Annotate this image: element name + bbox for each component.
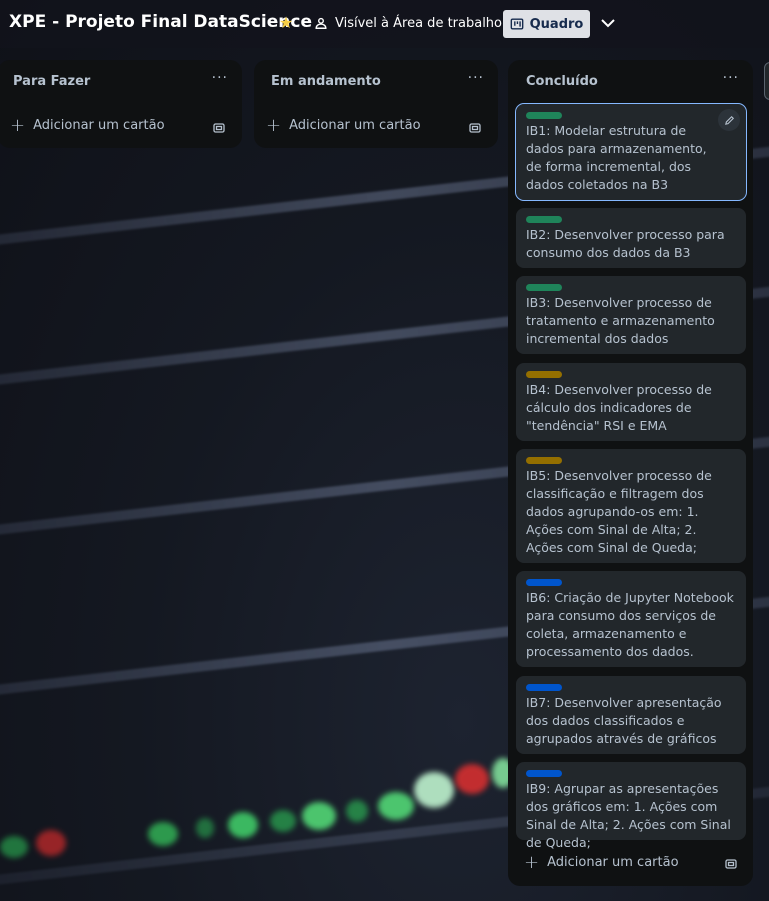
list-title[interactable]: Em andamento <box>271 74 381 89</box>
card[interactable]: IB5: Desenvolver processo de classificaç… <box>516 449 746 563</box>
card-label[interactable] <box>526 112 562 119</box>
board-header: XPE - Projeto Final DataScience ★ Visíve… <box>0 0 769 48</box>
card-title: IB1: Modelar estrutura de dados para arm… <box>526 123 707 192</box>
board-title[interactable]: XPE - Projeto Final DataScience <box>9 12 312 32</box>
card[interactable]: IB6: Criação de Jupyter Notebook para co… <box>516 571 746 667</box>
card-label[interactable] <box>526 579 562 586</box>
card-label[interactable] <box>526 371 562 378</box>
pencil-icon[interactable] <box>718 109 740 131</box>
card-label[interactable] <box>526 457 562 464</box>
list-title[interactable]: Para Fazer <box>13 74 90 89</box>
list-menu-button[interactable]: ··· <box>212 70 228 86</box>
card[interactable]: IB1: Modelar estrutura de dados para arm… <box>515 103 747 201</box>
list-title[interactable]: Concluído <box>526 74 598 89</box>
list-concluido: Concluído ··· IB1: Modelar estrutura de … <box>508 60 753 886</box>
card[interactable]: IB9: Agrupar as apresentações dos gráfic… <box>516 762 746 850</box>
add-card-label: Adicionar um cartão <box>289 118 421 133</box>
card-label[interactable] <box>526 284 562 291</box>
chevron-down-icon[interactable] <box>597 12 619 34</box>
add-card-label: Adicionar um cartão <box>33 118 165 133</box>
card-template-icon[interactable] <box>724 857 738 871</box>
card-label[interactable] <box>526 216 562 223</box>
board-view-button[interactable]: Quadro <box>503 10 590 38</box>
visibility-button[interactable]: Visível à Área de trabalho <box>306 9 510 37</box>
card-title: IB5: Desenvolver processo de classificaç… <box>526 468 712 555</box>
card[interactable]: IB4: Desenvolver processo de cálculo dos… <box>516 363 746 441</box>
add-card-button[interactable]: + Adicionar um cartão <box>10 114 165 136</box>
add-list-panel-edge[interactable] <box>764 62 769 100</box>
star-icon[interactable]: ★ <box>277 14 295 32</box>
plus-icon: + <box>266 114 282 136</box>
card-title: IB7: Desenvolver apresentação dos dados … <box>526 695 722 746</box>
plus-icon: + <box>524 851 540 873</box>
card[interactable]: IB7: Desenvolver apresentação dos dados … <box>516 676 746 754</box>
card-label[interactable] <box>526 770 562 777</box>
list-em-andamento: Em andamento ··· + Adicionar um cartão <box>254 60 498 148</box>
card[interactable]: IB2: Desenvolver processo para consumo d… <box>516 208 746 268</box>
card-title: IB3: Desenvolver processo de tratamento … <box>526 295 715 346</box>
list-menu-button[interactable]: ··· <box>723 70 739 86</box>
board-icon <box>510 18 524 30</box>
view-label: Quadro <box>529 16 584 32</box>
card-template-icon[interactable] <box>468 121 482 135</box>
workspace-people-icon <box>315 17 327 29</box>
card[interactable]: IB3: Desenvolver processo de tratamento … <box>516 276 746 354</box>
add-card-label: Adicionar um cartão <box>547 855 679 870</box>
list-menu-button[interactable]: ··· <box>468 70 484 86</box>
card-template-icon[interactable] <box>212 121 226 135</box>
card-title: IB2: Desenvolver processo para consumo d… <box>526 227 725 260</box>
card-label[interactable] <box>526 684 562 691</box>
add-card-button[interactable]: + Adicionar um cartão <box>524 851 679 873</box>
add-card-button[interactable]: + Adicionar um cartão <box>266 114 421 136</box>
card-title: IB4: Desenvolver processo de cálculo dos… <box>526 382 712 433</box>
list-para-fazer: Para Fazer ··· + Adicionar um cartão <box>0 60 242 148</box>
plus-icon: + <box>10 114 26 136</box>
card-title: IB9: Agrupar as apresentações dos gráfic… <box>526 781 731 850</box>
visibility-label: Visível à Área de trabalho <box>335 15 503 31</box>
card-title: IB6: Criação de Jupyter Notebook para co… <box>526 590 734 659</box>
